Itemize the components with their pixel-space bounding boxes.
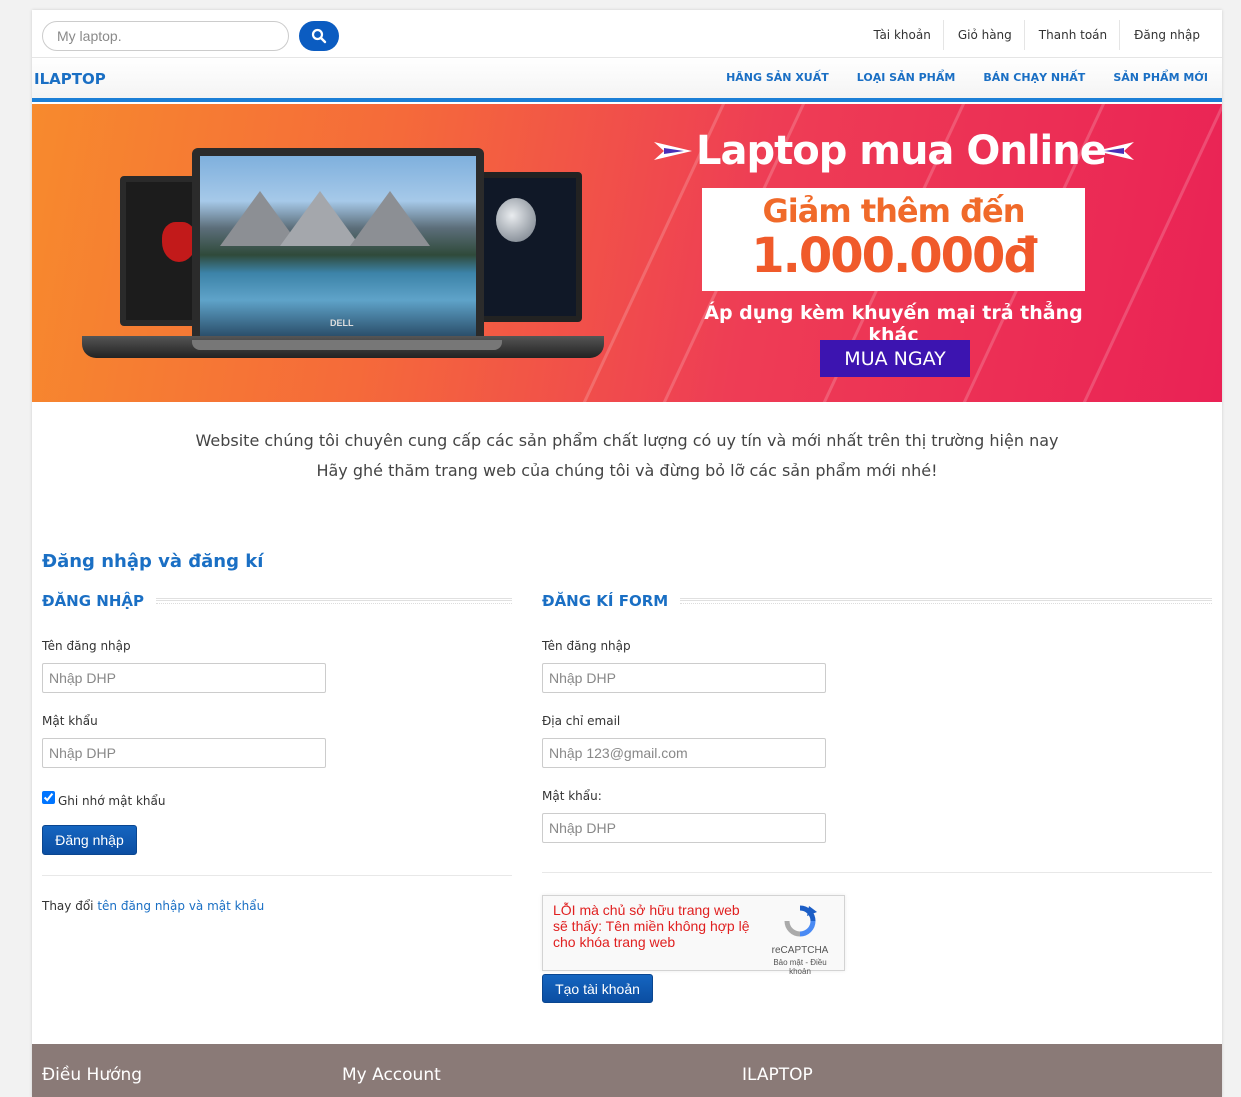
intro-line: Website chúng tôi chuyên cung cấp các sả… [195,431,1059,450]
login-password-field[interactable] [42,738,326,768]
footer-heading-brand: ILAPTOP [742,1065,813,1085]
banner-discount-label: Giảm thêm đến [762,192,1026,230]
recaptcha-brand: reCAPTCHA [771,945,829,956]
link-cart[interactable]: Giỏ hàng [942,20,1024,50]
intro-line: Hãy ghé thăm trang web của chúng tôi và … [316,461,938,480]
footer-heading-navigation: Điều Hướng [42,1065,143,1085]
nav-bestsellers[interactable]: BÁN CHẠY NHẤT [983,71,1085,84]
account-links: Tài khoản Giỏ hàng Thanh toán Đăng nhập [860,20,1212,50]
register-email-field[interactable] [542,738,826,768]
nav-manufacturers[interactable]: HÃNG SẢN XUẤT [726,71,829,84]
promo-banner[interactable]: DELL Laptop mua Online Giảm thêm đến 1.0… [32,104,1222,402]
intro-text: Website chúng tôi chuyên cung cấp các sả… [32,426,1222,486]
buy-now-button[interactable]: MUA NGAY [820,340,970,377]
register-email-label: Địa chỉ email [542,714,621,728]
nav-categories[interactable]: LOẠI SẢN PHẨM [857,71,956,84]
remember-label: Ghi nhớ mật khẩu [58,794,166,808]
main-navbar: ILAPTOP HÃNG SẢN XUẤT LOẠI SẢN PHẨM BÁN … [32,58,1222,102]
login-heading-text: ĐĂNG NHẬP [42,592,144,610]
recaptcha-error: LỖI mà chủ sở hữu trang web sẽ thấy: Tên… [553,902,750,950]
brand-logo[interactable]: ILAPTOP [34,70,106,88]
page-container: Tài khoản Giỏ hàng Thanh toán Đăng nhập … [32,10,1222,1097]
login-password-label: Mật khẩu [42,714,98,728]
laptop-image-astronaut [472,172,582,322]
divider [42,875,512,876]
login-username-label: Tên đăng nhập [42,639,131,653]
change-prefix: Thay đổi [42,899,98,913]
register-password-field[interactable] [542,813,826,843]
banner-title: Laptop mua Online [696,128,1107,174]
register-heading-text: ĐĂNG KÍ FORM [542,592,669,610]
laptop-base [192,340,502,350]
divider [542,872,1212,873]
recaptcha-icon [784,905,817,937]
register-password-label: Mật khẩu: [542,789,602,803]
recaptcha-widget[interactable]: LỖI mà chủ sở hữu trang web sẽ thấy: Tên… [542,895,845,976]
create-account-button[interactable]: Tạo tài khoản [542,974,653,1003]
footer: Điều Hướng My Account ILAPTOP [32,1044,1222,1097]
search-icon [311,28,327,44]
laptop-image-dell [192,148,484,344]
banner-discount-amount: 1.000.000đ [751,228,1038,284]
register-username-label: Tên đăng nhập [542,639,631,653]
register-username-field[interactable] [542,663,826,693]
login-heading: ĐĂNG NHẬP [42,592,512,610]
login-button[interactable]: Đăng nhập [42,825,137,855]
register-heading: ĐĂNG KÍ FORM [542,592,1212,610]
remember-checkbox[interactable] [42,791,55,804]
section-title: Đăng nhập và đăng kí [42,551,264,572]
link-login[interactable]: Đăng nhập [1119,20,1212,50]
link-checkout[interactable]: Thanh toán [1023,20,1119,50]
main-nav: HÃNG SẢN XUẤT LOẠI SẢN PHẨM BÁN CHẠY NHẤ… [712,71,1222,84]
recaptcha-logo: reCAPTCHA Bảo mật - Điều khoản [770,904,830,976]
search-button[interactable] [299,21,339,51]
banner-discount-box: Giảm thêm đến 1.000.000đ [702,188,1085,291]
flag-left-icon [654,142,692,160]
flag-right-icon [1096,142,1134,160]
nav-new-products[interactable]: SẢN PHẨM MỚI [1113,71,1208,84]
top-bar: Tài khoản Giỏ hàng Thanh toán Đăng nhập [32,10,1222,58]
login-username-field[interactable] [42,663,326,693]
search-input[interactable] [42,21,289,51]
change-credentials: Thay đổi tên đăng nhập và mật khẩu [42,899,264,913]
dell-label: DELL [330,318,354,328]
footer-heading-account: My Account [342,1065,441,1085]
recaptcha-terms[interactable]: Bảo mật - Điều khoản [770,958,830,976]
change-credentials-link[interactable]: tên đăng nhập và mật khẩu [97,899,264,913]
link-account[interactable]: Tài khoản [860,20,943,50]
